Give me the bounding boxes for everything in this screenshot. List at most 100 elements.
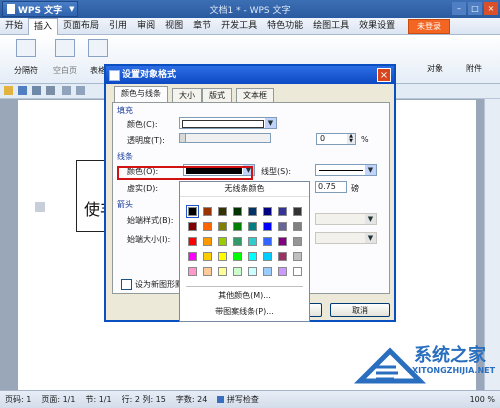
menu-features[interactable]: 特色功能	[262, 18, 308, 34]
menu-drawing-tools[interactable]: 绘图工具	[308, 18, 354, 34]
color-swatch[interactable]	[188, 222, 197, 231]
menu-home[interactable]: 开始	[0, 18, 28, 34]
chevron-down-icon: ▼	[365, 214, 376, 224]
table-icon	[88, 39, 108, 57]
cancel-button[interactable]: 取消	[330, 303, 390, 317]
tab-textbox[interactable]: 文本框	[236, 88, 274, 103]
object-button[interactable]: 对象	[418, 63, 452, 74]
color-swatch[interactable]	[263, 207, 272, 216]
transparency-input[interactable]: 0 ▲ ▼	[316, 133, 356, 145]
menu-page-layout[interactable]: 页面布局	[58, 18, 104, 34]
color-swatch[interactable]	[233, 267, 242, 276]
default-checkbox[interactable]	[121, 279, 132, 290]
color-swatch[interactable]	[188, 252, 197, 261]
tab-colors-lines[interactable]: 颜色与线条	[114, 86, 168, 103]
status-words: 字数: 24	[175, 395, 208, 404]
tab-size[interactable]: 大小	[172, 88, 202, 103]
color-swatch[interactable]	[293, 252, 302, 261]
zoom-level[interactable]: 100 %	[465, 395, 500, 404]
color-swatch[interactable]	[248, 207, 257, 216]
color-swatch[interactable]	[233, 252, 242, 261]
no-line-color-option[interactable]: 无线条颜色	[180, 182, 309, 197]
begin-size-label: 始端大小(I):	[127, 235, 171, 244]
blank-page-button[interactable]: 空白页	[48, 39, 82, 76]
color-swatch[interactable]	[233, 237, 242, 246]
color-swatch[interactable]	[263, 252, 272, 261]
color-swatch[interactable]	[188, 237, 197, 246]
color-swatch[interactable]	[248, 267, 257, 276]
color-swatch[interactable]	[203, 267, 212, 276]
slider-thumb[interactable]	[180, 134, 186, 142]
line-weight-input[interactable]: 0.75	[315, 181, 347, 193]
menu-view[interactable]: 视图	[160, 18, 188, 34]
color-swatch[interactable]	[263, 237, 272, 246]
color-swatch[interactable]	[278, 252, 287, 261]
attachment-button[interactable]: 附件	[456, 63, 492, 74]
color-swatch[interactable]	[263, 267, 272, 276]
color-swatch[interactable]	[278, 207, 287, 216]
color-swatch[interactable]	[218, 237, 227, 246]
open-icon[interactable]	[4, 86, 13, 95]
color-swatch[interactable]	[293, 267, 302, 276]
color-swatch[interactable]	[293, 237, 302, 246]
maximize-icon[interactable]: □	[468, 2, 482, 15]
color-swatch[interactable]	[248, 252, 257, 261]
attachment-label: 附件	[466, 64, 482, 73]
menu-bar: 开始 插入 页面布局 引用 审阅 视图 章节 开发工具 特色功能 绘图工具 效果…	[0, 17, 500, 35]
color-swatch[interactable]	[203, 222, 212, 231]
weight-unit-label: 磅	[351, 184, 359, 193]
preview-icon[interactable]	[46, 86, 55, 95]
color-swatch[interactable]	[278, 222, 287, 231]
spell-check-toggle[interactable]: 拼写检查	[212, 394, 264, 405]
redo-icon[interactable]	[76, 86, 85, 95]
undo-icon[interactable]	[62, 86, 71, 95]
menu-effects[interactable]: 效果设置	[354, 18, 400, 34]
menu-references[interactable]: 引用	[104, 18, 132, 34]
status-position: 行: 2 列: 15	[121, 395, 166, 404]
close-icon[interactable]: ×	[484, 2, 498, 15]
wps-logo-icon	[7, 4, 15, 14]
fill-section-label: 填充	[117, 106, 133, 115]
color-swatch[interactable]	[278, 237, 287, 246]
arrow-section-label: 箭头	[117, 200, 133, 209]
minimize-icon[interactable]: –	[452, 2, 466, 15]
color-swatch[interactable]	[203, 252, 212, 261]
menu-chapter[interactable]: 章节	[188, 18, 216, 34]
status-section: 节: 1/1	[85, 395, 112, 404]
more-colors-option[interactable]: 其他颜色(M)...	[180, 290, 309, 301]
color-swatch[interactable]	[203, 207, 212, 216]
dash-label: 虚实(D):	[127, 184, 159, 193]
color-swatch[interactable]	[218, 207, 227, 216]
login-button[interactable]: 未登录	[408, 19, 450, 34]
color-swatch[interactable]	[278, 267, 287, 276]
color-swatch[interactable]	[233, 207, 242, 216]
color-swatch[interactable]	[218, 267, 227, 276]
fill-color-select[interactable]: ▼	[179, 117, 277, 129]
color-swatch[interactable]	[186, 205, 199, 218]
color-swatch[interactable]	[293, 207, 302, 216]
wps-menu-button[interactable]: WPS 文字 ▼	[2, 1, 78, 17]
color-swatch[interactable]	[248, 222, 257, 231]
color-swatch[interactable]	[263, 222, 272, 231]
color-swatch[interactable]	[203, 237, 212, 246]
transparency-slider[interactable]	[179, 133, 271, 143]
dialog-close-button[interactable]: ×	[377, 68, 391, 82]
menu-insert[interactable]: 插入	[28, 17, 59, 35]
pattern-line-option[interactable]: 带图案线条(P)...	[180, 306, 309, 317]
save-icon[interactable]	[18, 86, 27, 95]
color-swatch[interactable]	[233, 222, 242, 231]
spinner-icon[interactable]: ▲ ▼	[347, 134, 355, 144]
menu-developer[interactable]: 开发工具	[216, 18, 262, 34]
menu-review[interactable]: 审阅	[132, 18, 160, 34]
color-swatch[interactable]	[218, 222, 227, 231]
color-swatch[interactable]	[188, 267, 197, 276]
line-type-select[interactable]: ▼	[315, 164, 377, 176]
tab-layout[interactable]: 版式	[202, 88, 232, 103]
fill-color-swatch	[182, 120, 264, 128]
status-pages: 页面: 1/1	[41, 395, 76, 404]
color-swatch[interactable]	[248, 237, 257, 246]
color-swatch[interactable]	[293, 222, 302, 231]
print-icon[interactable]	[32, 86, 41, 95]
page-break-button[interactable]: 分隔符	[8, 39, 44, 76]
color-swatch[interactable]	[218, 252, 227, 261]
